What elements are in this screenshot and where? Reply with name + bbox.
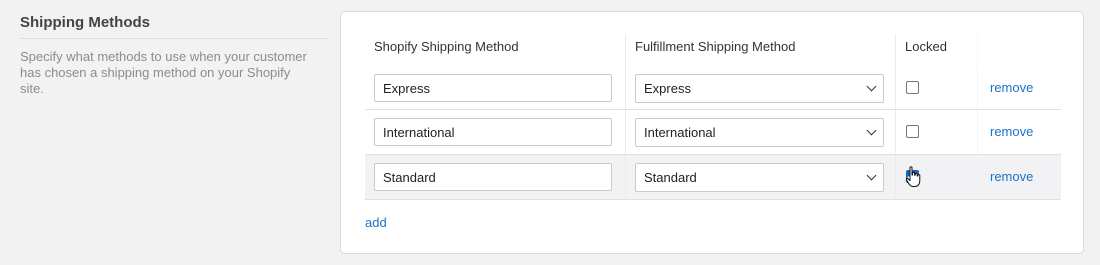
shopify-method-input[interactable] <box>374 163 612 191</box>
hand-pointer-icon <box>905 166 921 187</box>
header-locked: Locked <box>895 34 978 67</box>
locked-cell <box>895 67 978 110</box>
select-value: International <box>644 124 716 140</box>
chevron-down-icon <box>866 170 877 180</box>
shopify-method-input[interactable] <box>374 74 612 102</box>
table-header-row: Shopify Shipping Method Fulfillment Ship… <box>365 34 1061 67</box>
actions-cell: remove <box>977 109 1061 155</box>
header-fulfillment-method: Fulfillment Shipping Method <box>625 34 896 67</box>
add-link[interactable]: add <box>365 215 387 230</box>
locked-checkbox[interactable] <box>906 125 919 138</box>
locked-cell <box>895 109 978 155</box>
actions-cell: remove <box>977 154 1061 200</box>
chevron-down-icon <box>866 125 877 135</box>
fulfillment-method-cell: Standard <box>625 154 896 200</box>
section-title: Shipping Methods <box>20 14 328 39</box>
shopify-method-input[interactable] <box>374 118 612 146</box>
fulfillment-method-select[interactable]: International <box>635 117 884 147</box>
shipping-methods-card: Shopify Shipping Method Fulfillment Ship… <box>340 11 1084 254</box>
select-value: Standard <box>644 169 697 185</box>
fulfillment-method-cell: International <box>625 109 896 155</box>
fulfillment-method-cell: Express <box>625 67 896 110</box>
shopify-method-cell <box>365 109 626 155</box>
locked-checkbox[interactable] <box>906 81 919 94</box>
fulfillment-method-select[interactable]: Express <box>635 73 884 103</box>
chevron-down-icon <box>866 81 877 91</box>
shopify-method-cell <box>365 67 626 110</box>
remove-link[interactable]: remove <box>990 169 1033 184</box>
section-description: Specify what methods to use when your cu… <box>20 49 307 96</box>
fulfillment-method-select[interactable]: Standard <box>635 162 884 192</box>
header-shopify-method: Shopify Shipping Method <box>374 39 519 54</box>
remove-link[interactable]: remove <box>990 80 1033 95</box>
shopify-method-cell <box>365 154 626 200</box>
table-row: Standard remove <box>365 154 1061 200</box>
select-value: Express <box>644 80 691 96</box>
table-row: Express remove <box>365 67 1061 110</box>
actions-cell: remove <box>977 67 1061 110</box>
remove-link[interactable]: remove <box>990 124 1033 139</box>
header-actions <box>977 34 1061 67</box>
shipping-methods-table: Shopify Shipping Method Fulfillment Ship… <box>365 34 1061 200</box>
section-info: Shipping Methods Specify what methods to… <box>20 14 328 97</box>
table-row: International remove <box>365 109 1061 155</box>
